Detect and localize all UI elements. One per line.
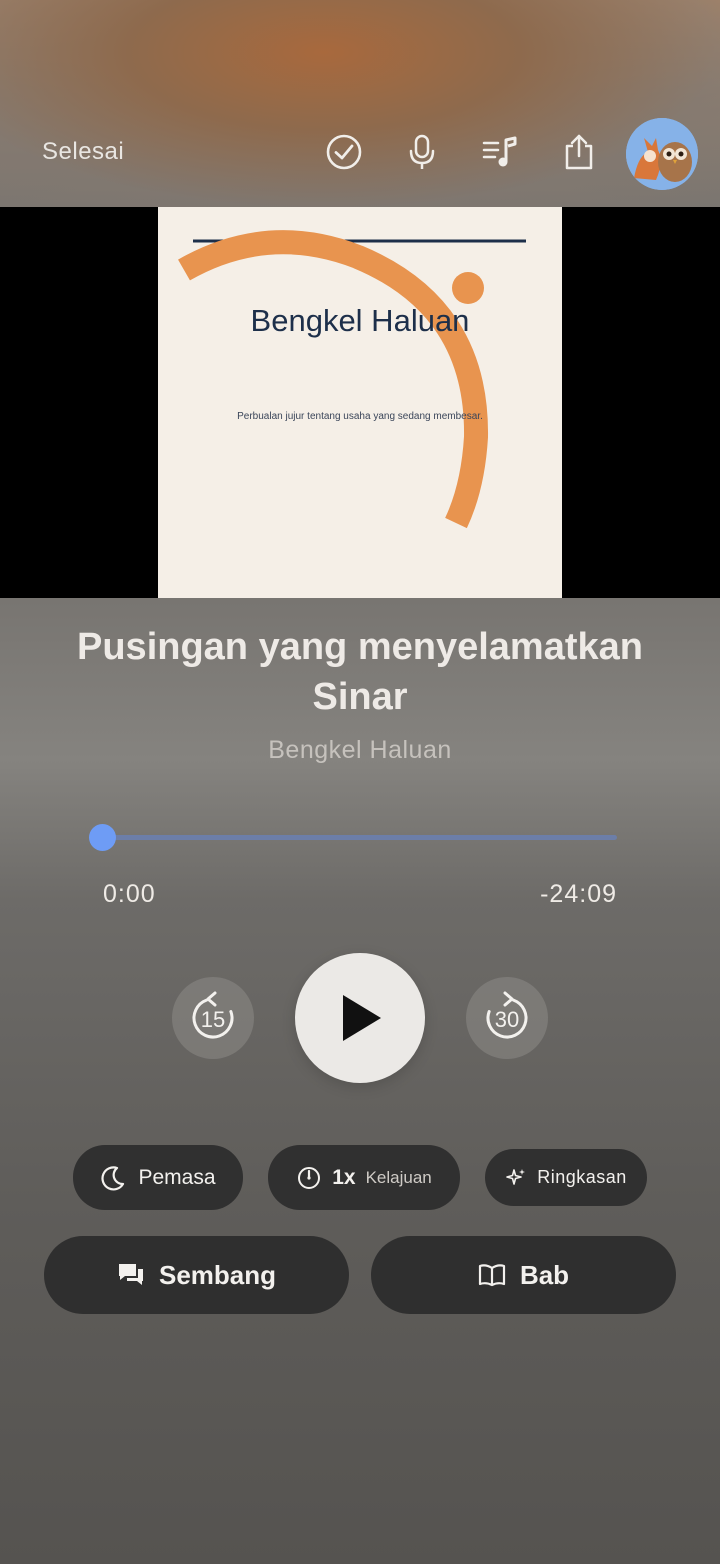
elapsed-time: 0:00 — [103, 880, 156, 908]
microphone-icon[interactable] — [400, 130, 444, 174]
top-bar: Selesai — [0, 110, 720, 196]
speedometer-icon — [298, 1166, 321, 1189]
chat-bubbles-icon — [118, 1264, 143, 1285]
episode-artwork: Bengkel Haluan Perbualan jujur tentang u… — [0, 207, 720, 598]
sleep-timer-button[interactable]: Pemasa — [73, 1145, 243, 1210]
episode-title: Pusingan yang menyelamatkan Sinar — [77, 626, 643, 718]
speed-label: Kelajuan — [365, 1167, 432, 1187]
skip-back-15-icon: 15 — [192, 991, 234, 1039]
summary-label: Ringkasan — [537, 1167, 627, 1187]
skip-forward-button[interactable]: 30 — [466, 977, 548, 1059]
share-icon[interactable] — [557, 130, 601, 174]
chapters-label: Bab — [519, 1259, 570, 1290]
speed-value: 1x — [332, 1165, 356, 1189]
book-icon — [478, 1264, 506, 1287]
svg-text:15: 15 — [201, 1007, 225, 1032]
queue-music-icon[interactable] — [478, 130, 522, 174]
show-name[interactable]: Bengkel Haluan — [0, 736, 720, 765]
cover-subtitle: Perbualan jujur tentang usaha yang sedan… — [237, 411, 483, 422]
cover-art: Bengkel Haluan Perbualan jujur tentang u… — [158, 207, 562, 598]
chat-button[interactable]: Sembang — [44, 1236, 349, 1314]
svg-text:30: 30 — [495, 1007, 519, 1032]
skip-back-button[interactable]: 15 — [172, 977, 254, 1059]
chapters-button[interactable]: Bab — [371, 1236, 676, 1314]
summary-button[interactable]: Ringkasan — [485, 1149, 647, 1206]
moon-icon — [101, 1165, 125, 1191]
sparkle-icon — [506, 1168, 526, 1185]
progress-knob[interactable] — [89, 824, 116, 851]
play-icon — [343, 995, 381, 1041]
cover-title: Bengkel Haluan — [250, 303, 470, 338]
play-button[interactable] — [295, 953, 425, 1083]
checkmark-circle-icon[interactable] — [322, 130, 366, 174]
remaining-time: -24:09 — [540, 880, 617, 908]
cover-graphic — [178, 230, 526, 529]
playback-speed-button[interactable]: 1x Kelajuan — [268, 1145, 460, 1210]
sleep-timer-label: Pemasa — [138, 1165, 216, 1189]
chat-label: Sembang — [158, 1259, 277, 1290]
avatar[interactable] — [626, 118, 698, 190]
skip-forward-30-icon: 30 — [486, 991, 528, 1039]
done-button[interactable]: Selesai — [42, 138, 124, 166]
progress-bar[interactable] — [103, 835, 617, 840]
